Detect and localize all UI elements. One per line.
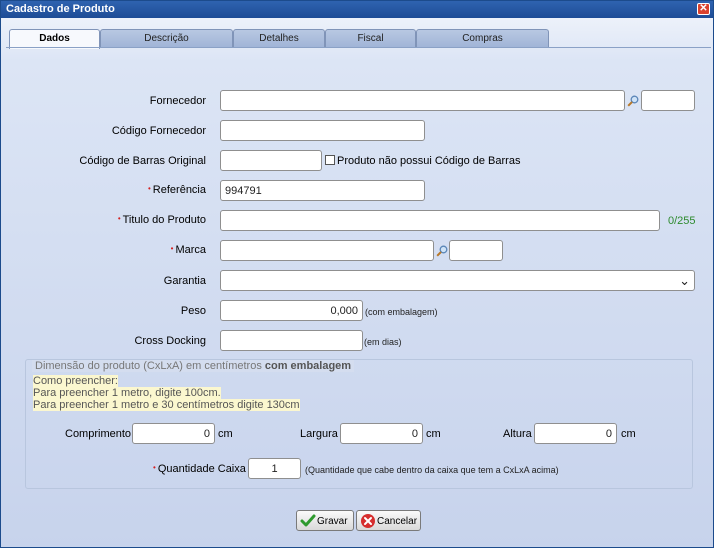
quantidade-caixa-input[interactable] xyxy=(248,458,301,479)
tab-compras[interactable]: Compras xyxy=(416,29,549,48)
magnifier-icon[interactable] xyxy=(627,95,639,107)
cross-docking-input[interactable] xyxy=(220,330,363,351)
window-title: Cadastro de Produto xyxy=(6,3,115,15)
magnifier-icon[interactable] xyxy=(436,245,448,257)
fornecedor-code-input[interactable] xyxy=(641,90,695,111)
hint-line: Para preencher 1 metro e 30 centímetros … xyxy=(33,399,300,411)
referencia-input[interactable] xyxy=(220,180,425,201)
comprimento-label: Comprimento xyxy=(65,428,132,440)
hint-line: Como preencher: xyxy=(33,375,118,387)
garantia-label: Garantia xyxy=(163,275,206,287)
fornecedor-input[interactable] xyxy=(220,90,625,111)
fornecedor-label: Fornecedor xyxy=(149,95,206,107)
close-icon[interactable]: ✕ xyxy=(697,3,710,15)
codigo-barras-input[interactable] xyxy=(220,150,322,171)
peso-note: (com embalagem) xyxy=(365,307,438,317)
marca-input[interactable] xyxy=(220,240,434,261)
quantidade-caixa-note: (Quantidade que cabe dentro da caixa que… xyxy=(305,465,559,475)
required-mark: • xyxy=(117,214,121,223)
required-mark: • xyxy=(147,184,151,193)
comprimento-input[interactable] xyxy=(132,423,215,444)
largura-input[interactable] xyxy=(340,423,423,444)
codigo-fornecedor-label: Código Fornecedor xyxy=(111,125,206,137)
garantia-select[interactable]: ⌄ xyxy=(220,270,695,291)
tab-dados[interactable]: Dados xyxy=(9,29,100,49)
save-button[interactable]: Gravar xyxy=(296,510,354,531)
codigo-barras-label: Código de Barras Original xyxy=(79,155,206,167)
marca-label: • Marca xyxy=(170,244,206,256)
tab-divider xyxy=(6,47,711,48)
title-bar: Cadastro de Produto ✕ xyxy=(1,1,713,18)
required-mark: • xyxy=(170,244,174,253)
altura-input[interactable] xyxy=(534,423,617,444)
dimensions-legend: Dimensão do produto (CxLxA) em centímetr… xyxy=(32,360,355,372)
cancel-icon xyxy=(361,514,375,528)
referencia-label: • Referência xyxy=(147,184,206,196)
titulo-label: • Titulo do Produto xyxy=(117,214,206,226)
comprimento-unit: cm xyxy=(218,428,233,440)
titulo-input[interactable] xyxy=(220,210,660,231)
no-barcode-checkbox[interactable] xyxy=(325,155,335,165)
altura-unit: cm xyxy=(621,428,636,440)
no-barcode-label: Produto não possui Código de Barras xyxy=(337,155,521,167)
save-button-label: Gravar xyxy=(317,516,348,527)
altura-label: Altura xyxy=(503,428,532,440)
tab-detalhes[interactable]: Detalhes xyxy=(233,29,325,48)
largura-unit: cm xyxy=(426,428,441,440)
required-mark: • xyxy=(153,463,156,472)
largura-label: Largura xyxy=(300,428,338,440)
peso-label: Peso xyxy=(180,305,206,317)
cross-docking-label: Cross Docking xyxy=(134,335,206,347)
tab-fiscal[interactable]: Fiscal xyxy=(325,29,416,48)
chevron-down-icon: ⌄ xyxy=(679,273,690,288)
peso-input[interactable] xyxy=(220,300,363,321)
cancel-button[interactable]: Cancelar xyxy=(356,510,421,531)
check-icon xyxy=(300,514,316,527)
hint-line: Para preencher 1 metro, digite 100cm. xyxy=(33,387,221,399)
tab-bar: Dados Descrição Detalhes Fiscal Compras xyxy=(9,29,709,49)
title-char-counter: 0/255 xyxy=(668,215,696,227)
quantidade-caixa-label: • Quantidade Caixa xyxy=(153,463,246,475)
marca-code-input[interactable] xyxy=(449,240,503,261)
cancel-button-label: Cancelar xyxy=(377,516,418,527)
tab-descricao[interactable]: Descrição xyxy=(100,29,233,48)
product-register-window: Cadastro de Produto ✕ Dados Descrição De… xyxy=(0,0,714,548)
cross-docking-note: (em dias) xyxy=(364,337,402,347)
codigo-fornecedor-input[interactable] xyxy=(220,120,425,141)
